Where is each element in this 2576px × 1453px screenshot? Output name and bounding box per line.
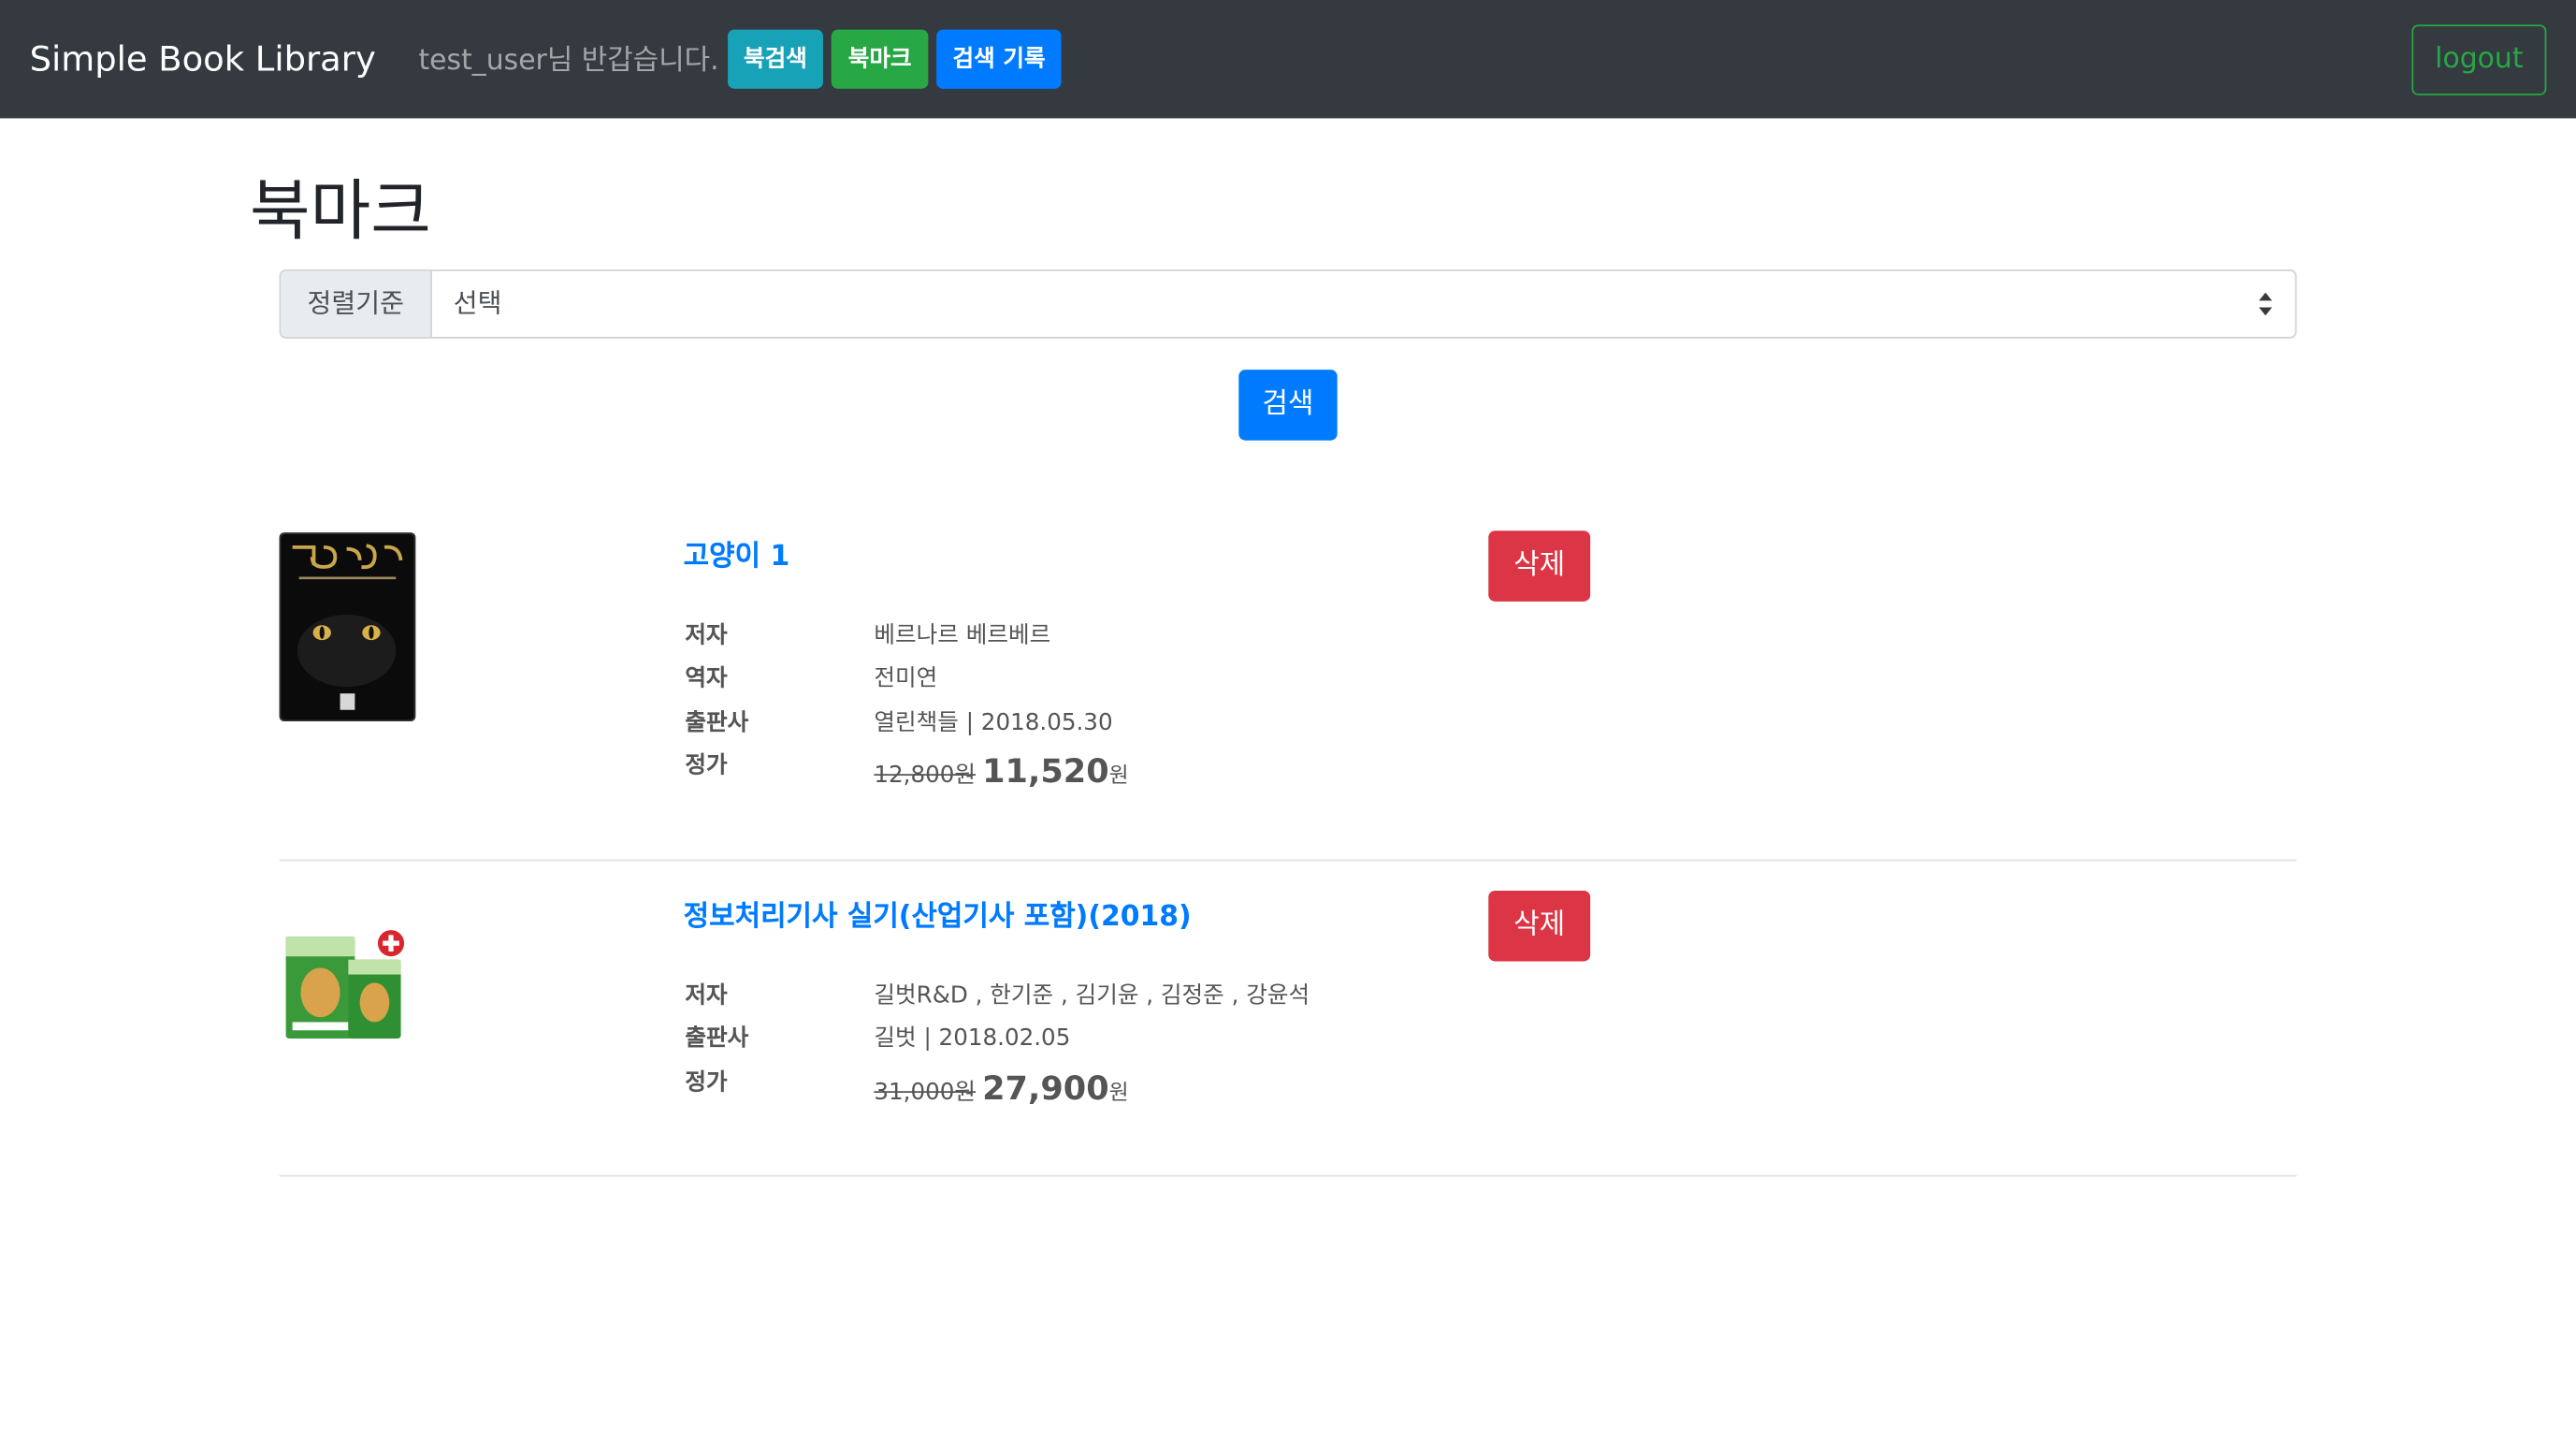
original-price: 12,800원 (874, 762, 977, 790)
navbar: Simple Book Library test_user님 반갑습니다. 북검… (0, 0, 2576, 119)
bookmark-button[interactable]: 북마크 (832, 29, 929, 89)
translator-value: 전미연 (874, 665, 938, 692)
book-search-button[interactable]: 북검색 (727, 29, 824, 89)
publisher-label: 출판사 (685, 709, 749, 736)
translator-label: 역자 (685, 665, 728, 692)
delete-button[interactable]: 삭제 (1488, 530, 1591, 602)
price-line: 12,800원 11,520원 (874, 751, 1128, 791)
price-unit: 원 (1108, 1081, 1129, 1107)
price-label: 정가 (685, 1069, 728, 1097)
app-frame: Simple Book Library test_user님 반갑습니다. 북검… (0, 0, 2576, 1453)
book-title[interactable]: 정보처리기사 실기(산업기사 포함)(2018) (684, 893, 1192, 933)
sort-selected-value: 선택 (453, 287, 502, 319)
sale-price: 11,520 (982, 750, 1109, 791)
price-unit: 원 (1108, 763, 1129, 790)
book-cover-image[interactable] (279, 532, 416, 722)
price-line: 31,000원 27,900원 (874, 1068, 1128, 1108)
page-title: 북마크 (249, 174, 431, 250)
publisher-value: 길벗 | 2018.02.05 (874, 1024, 1071, 1053)
sale-price: 27,900 (982, 1068, 1109, 1108)
search-button[interactable]: 검색 (1238, 370, 1338, 441)
book-title[interactable]: 고양이 1 (684, 532, 790, 574)
publisher-value: 열린책들 | 2018.05.30 (874, 709, 1113, 736)
price-label: 정가 (685, 752, 728, 779)
select-arrows-icon (2259, 292, 2273, 316)
delete-button[interactable]: 삭제 (1488, 890, 1591, 962)
bookmark-item: 정보처리기사 실기(산업기사 포함)(2018) 삭제 저자 길벗R&D , 한… (280, 890, 2297, 1137)
author-label: 저자 (685, 622, 728, 649)
original-price: 31,000원 (874, 1079, 977, 1107)
sort-label: 정렬기준 (281, 270, 432, 338)
brand-title[interactable]: Simple Book Library (30, 39, 376, 79)
logout-button[interactable]: logout (2411, 24, 2547, 95)
author-value: 베르나르 베르베르 (874, 622, 1051, 649)
item-divider (279, 859, 2297, 862)
bookmark-item: 고양이 1 삭제 저자 베르나르 베르베르 역자 전미연 출판사 열린책들 | … (279, 530, 2297, 810)
sort-select[interactable]: 선택 (432, 271, 2295, 337)
publisher-label: 출판사 (685, 1024, 749, 1053)
user-greeting: test_user님 반갑습니다. (418, 43, 719, 77)
search-history-button[interactable]: 검색 기록 (935, 29, 1063, 89)
sort-group: 정렬기준 선택 (279, 269, 2297, 339)
author-value: 길벗R&D , 한기준 , 김기윤 , 김정준 , 강윤석 (874, 982, 1310, 1010)
item-divider (279, 1174, 2297, 1177)
book-cover-image[interactable] (280, 927, 412, 1049)
author-label: 저자 (685, 982, 728, 1010)
